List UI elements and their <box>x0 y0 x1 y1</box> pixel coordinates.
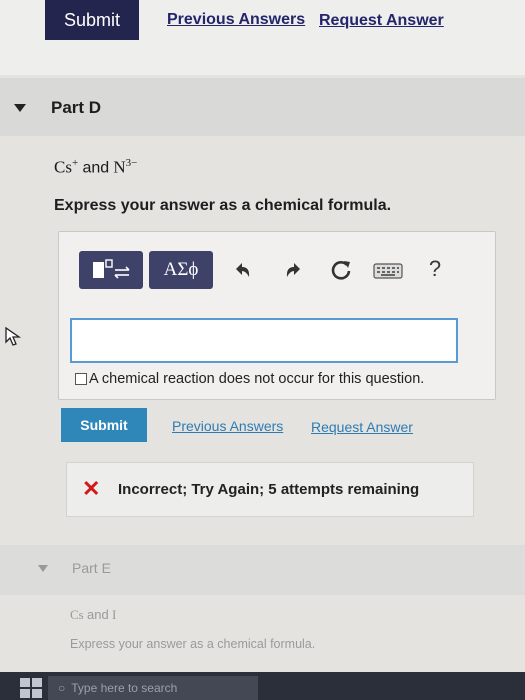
redo-icon[interactable] <box>282 258 306 282</box>
conjunction: and <box>82 159 110 177</box>
part-e-title: Part E <box>72 560 111 576</box>
reset-icon[interactable] <box>329 258 353 282</box>
feedback-text: Incorrect; Try Again; 5 attempts remaini… <box>118 481 420 498</box>
greek-symbols-button[interactable]: ΑΣϕ <box>149 251 213 289</box>
taskbar-search[interactable]: ○ Type here to search <box>48 676 258 700</box>
part-e-question: Cs and I <box>70 607 117 622</box>
search-icon: ○ <box>58 681 66 695</box>
submit-button[interactable]: Submit <box>61 408 147 442</box>
request-answer-link[interactable]: Request Answer <box>311 419 413 435</box>
ion1: Cs <box>54 157 72 177</box>
previous-answers-link[interactable]: Previous Answers <box>172 418 283 434</box>
ion2: N <box>113 157 126 177</box>
answer-input[interactable] <box>70 318 458 363</box>
request-answer-link-top[interactable]: Request Answer <box>319 12 444 30</box>
ion1-charge: + <box>71 157 79 169</box>
start-button[interactable] <box>20 678 42 698</box>
question-text: Cs+ and N3− <box>54 157 137 178</box>
ion2-charge: 3− <box>125 157 138 169</box>
x-icon: ✕ <box>82 476 101 501</box>
previous-answers-link-top[interactable]: Previous Answers <box>167 11 305 29</box>
help-button[interactable]: ? <box>425 256 445 282</box>
templates-button[interactable] <box>79 251 143 289</box>
part-d-title: Part D <box>51 98 102 117</box>
no-reaction-label[interactable]: A chemical reaction does not occur for t… <box>89 371 424 387</box>
instruction-text: Express your answer as a chemical formul… <box>54 197 392 214</box>
templates-icon <box>93 259 130 279</box>
part-e-caret-icon[interactable] <box>38 565 48 572</box>
keyboard-icon[interactable] <box>373 262 403 280</box>
mouse-cursor-icon <box>5 326 22 346</box>
no-reaction-checkbox[interactable] <box>75 373 87 385</box>
part-e-instruction: Express your answer as a chemical formul… <box>70 637 316 651</box>
undo-icon[interactable] <box>230 258 254 282</box>
search-placeholder: Type here to search <box>71 681 178 695</box>
submit-button-top[interactable]: Submit <box>45 0 139 40</box>
collapse-caret-icon[interactable] <box>14 104 26 112</box>
